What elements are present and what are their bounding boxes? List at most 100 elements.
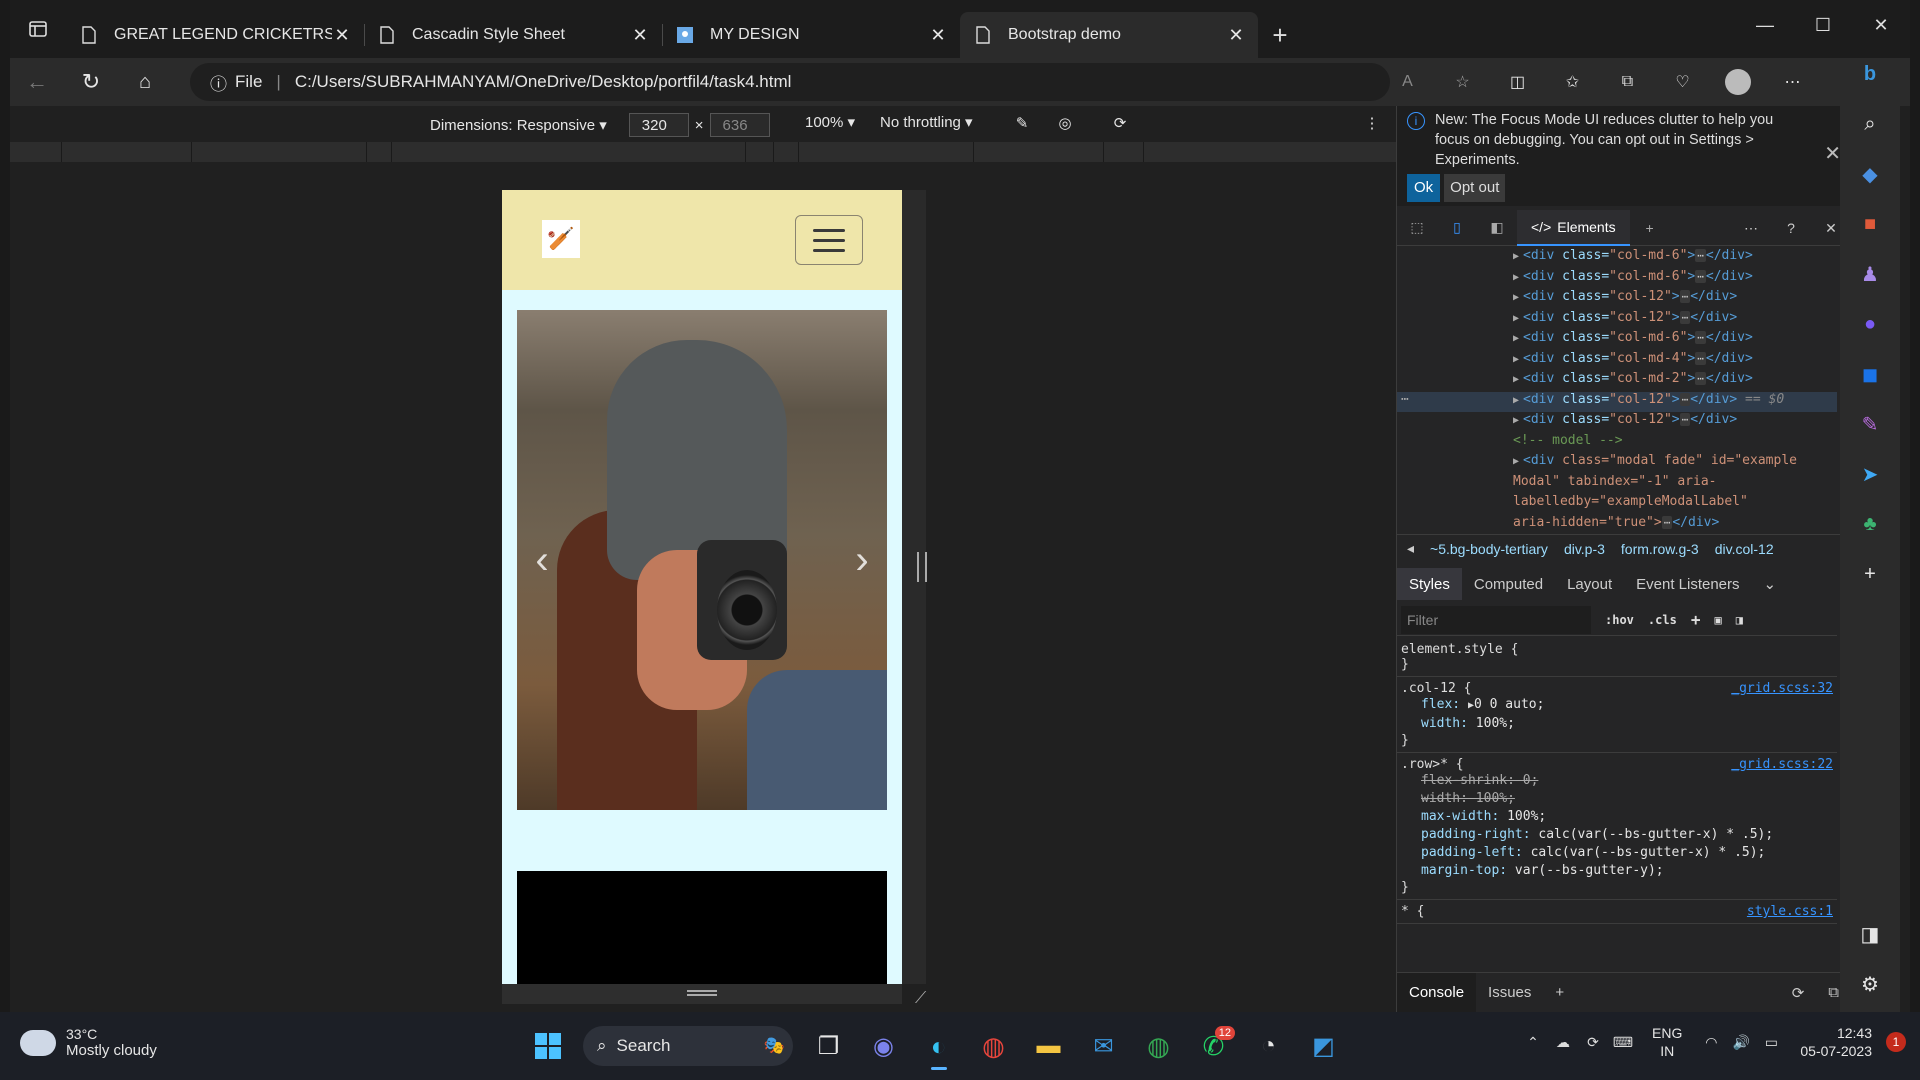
eyedropper-icon[interactable]: ✎ [1010,112,1034,134]
ok-button[interactable]: Ok [1407,174,1441,202]
tab-great-legend[interactable]: GREAT LEGEND CRICKETRS ✕ [66,12,364,58]
zoom-dropdown[interactable]: 100% ▾ [805,113,855,131]
dimensions-dropdown[interactable]: Dimensions: Responsive ▾ [430,116,607,134]
media-query-ruler[interactable] [10,142,1396,162]
clock-app-button[interactable]: ◔ [1241,1022,1296,1070]
resize-handle-bottom[interactable] [687,990,717,996]
language-indicator[interactable]: ENG IN [1652,1024,1682,1060]
file-explorer-button[interactable]: ▬ [1021,1022,1076,1070]
rule-source-link[interactable]: _grid.scss:32 [1731,681,1833,696]
more-button[interactable]: ⋯ [1765,62,1820,102]
more-icon[interactable]: ⋯ [1731,210,1771,246]
whatsapp-button[interactable]: ✆ 12 [1186,1022,1241,1070]
close-window-button[interactable]: ✕ [1852,0,1910,50]
more-options-icon[interactable]: ⋮ [1360,112,1384,134]
declaration[interactable]: padding-right: calc(var(--bs-gutter-x) *… [1401,826,1833,844]
dom-node-modal[interactable]: ▶ <div class="modal fade" id="example [1397,453,1837,474]
task-view-button[interactable]: ❐ [801,1022,856,1070]
dom-node[interactable]: ▶ <div class="col-md-4"> ⋯ </div> [1397,351,1837,372]
maximize-button[interactable]: ☐ [1794,0,1852,50]
rotate-icon[interactable]: ⟳ [1780,973,1817,1013]
search-icon[interactable]: ⌕ [1854,108,1886,140]
declaration-overridden[interactable]: flex-shrink: 0; [1401,772,1833,790]
dom-node[interactable]: ⋯ ▶ <div class="col-12"> ⋯ </div> == $0 [1397,391,1837,412]
rule-source-link[interactable]: style.css:1 [1747,904,1833,919]
declaration[interactable]: padding-left: calc(var(--bs-gutter-x) * … [1401,844,1833,862]
close-icon[interactable]: ✕ [332,25,352,45]
dom-node[interactable]: ▶ <div class="col-md-2"> ⋯ </div> [1397,371,1837,392]
rule-source-link[interactable]: _grid.scss:22 [1731,757,1833,772]
breadcrumb-item[interactable]: div.p-3 [1564,541,1605,557]
carousel-next-button[interactable]: › [847,538,877,582]
taskbar-search[interactable]: ⌕ Search 🎭 [583,1026,793,1066]
opt-out-button[interactable]: Opt out [1444,174,1506,202]
hov-toggle[interactable]: :hov [1605,613,1634,627]
breadcrumb-item[interactable]: div.col-12 [1715,541,1774,557]
designer-icon[interactable]: ✎ [1854,408,1886,440]
resize-handle-right[interactable] [917,552,927,582]
office-icon[interactable]: ● [1854,308,1886,340]
dom-node-modal-cont[interactable]: aria-hidden="true"> ⋯ </div> [1397,515,1837,534]
dock-icon[interactable]: ◧ [1477,210,1517,246]
add-rule-icon[interactable]: + [1691,610,1701,629]
minimize-button[interactable]: — [1736,0,1794,50]
width-input[interactable]: 320 [628,113,689,137]
close-icon[interactable]: ✕ [1226,25,1246,45]
add-tab-icon[interactable]: + [1543,973,1576,1013]
dom-node[interactable]: ▶ <div class="col-md-6"> ⋯ </div> [1397,269,1837,290]
notification-badge[interactable]: 1 [1886,1032,1906,1052]
tab-event-listeners[interactable]: Event Listeners [1624,568,1751,600]
tab-layout[interactable]: Layout [1555,568,1624,600]
keyboard-icon[interactable]: ⌨ [1608,1022,1638,1062]
declaration[interactable]: flex: ▶0 0 auto; [1401,696,1833,715]
tree-icon[interactable]: ♣ [1854,508,1886,540]
help-icon[interactable]: ? [1771,210,1811,246]
video-block[interactable] [517,871,887,984]
height-input[interactable]: 636 [709,113,770,137]
tab-issues[interactable]: Issues [1476,973,1543,1013]
dom-node[interactable]: ▶ <div class="col-md-6"> ⋯ </div> [1397,248,1837,269]
tab-computed[interactable]: Computed [1462,568,1555,600]
tab-bootstrap-demo[interactable]: Bootstrap demo ✕ [960,12,1258,58]
breadcrumb-scroll-left[interactable]: ◂ [1407,540,1414,557]
chrome-button[interactable]: ◍ [966,1022,1021,1070]
dom-node[interactable]: ▶ <div class="col-12"> ⋯ </div> [1397,289,1837,310]
tab-elements[interactable]: </> Elements [1517,209,1630,246]
clock[interactable]: 12:43 05-07-2023 [1800,1024,1872,1060]
wifi-icon[interactable]: ◠ [1696,1022,1726,1062]
resize-corner-icon[interactable]: ⟋ [915,990,926,1008]
back-button[interactable]: ← [10,62,64,102]
weather-widget[interactable]: 33°C Mostly cloudy [20,1026,157,1059]
dom-node[interactable]: ▶ <div class="col-md-6"> ⋯ </div> [1397,330,1837,351]
tools-icon[interactable]: ■ [1854,208,1886,240]
dom-node[interactable]: ▶ <div class="col-12"> ⋯ </div> [1397,310,1837,331]
cls-toggle[interactable]: .cls [1648,613,1677,627]
styles-filter-input[interactable]: Filter [1401,605,1591,634]
home-button[interactable]: ⌂ [118,62,172,102]
settings-icon[interactable]: ⚙ [1854,968,1886,1000]
address-bar[interactable]: ⓘ File | C:/Users/SUBRAHMANYAM/OneDrive/… [190,63,1390,101]
paint-icon[interactable]: ▣ [1714,613,1721,627]
dom-node-modal-cont[interactable]: labelledby="exampleModalLabel" [1397,494,1837,515]
edge-button[interactable]: ◐ [911,1022,966,1070]
new-tab-button[interactable]: + [1258,12,1302,58]
dom-node[interactable]: ▶ <div class="col-12"> ⋯ </div> [1397,412,1837,433]
favorites-button[interactable]: ✩ [1545,62,1600,102]
battery-icon[interactable]: ▭ [1756,1022,1786,1062]
start-button[interactable] [520,1022,575,1070]
tab-my-design[interactable]: MY DESIGN ✕ [662,12,960,58]
close-icon[interactable]: ✕ [630,25,650,45]
inspect-icon[interactable]: ⬚ [1397,210,1437,246]
performance-button[interactable]: ♡ [1655,62,1710,102]
declaration[interactable]: max-width: 100%; [1401,808,1833,826]
close-icon[interactable]: ✕ [1824,144,1841,164]
tab-cascadin[interactable]: Cascadin Style Sheet ✕ [364,12,662,58]
shopping-icon[interactable]: ◆ [1854,158,1886,190]
site-logo[interactable]: 🏏 [542,220,580,258]
chevron-down-icon[interactable]: ⌄ [1752,568,1789,600]
carousel-prev-button[interactable]: ‹ [527,538,557,582]
device-toggle-icon[interactable]: ▯ [1437,210,1477,246]
breadcrumb-item[interactable]: form.row.g-3 [1621,541,1699,557]
tab-console[interactable]: Console [1397,972,1477,1013]
tab-actions-button[interactable] [10,0,66,58]
